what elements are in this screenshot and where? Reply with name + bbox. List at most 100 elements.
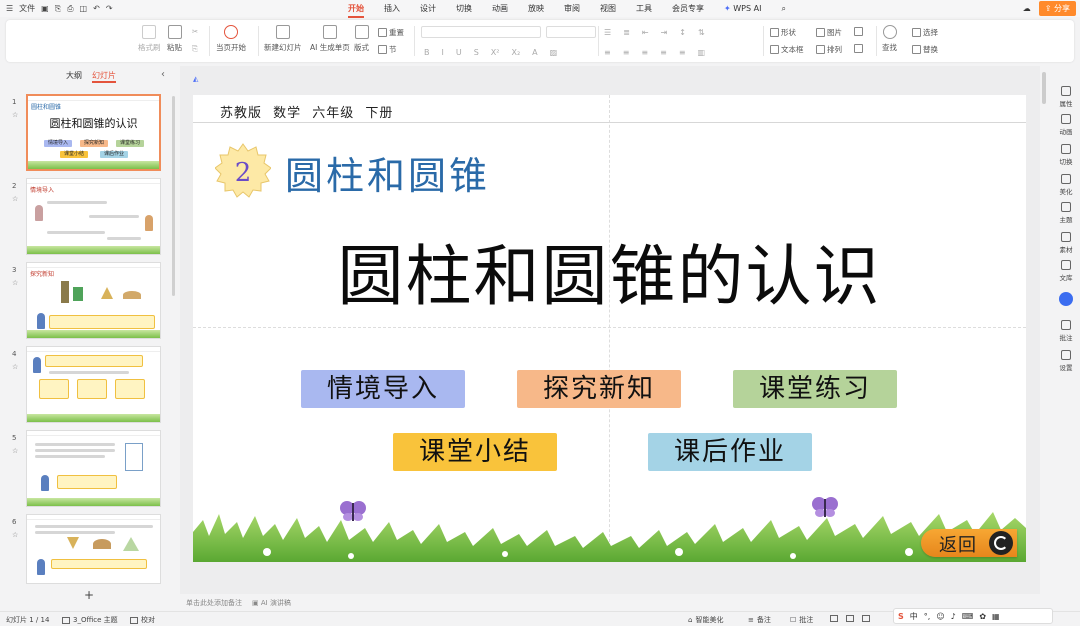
tab-transition[interactable]: 切换 bbox=[456, 3, 472, 14]
animation-pane-button[interactable]: 动画 bbox=[1052, 114, 1080, 136]
slide-thumbnail-6[interactable] bbox=[26, 514, 161, 584]
star-icon[interactable]: ☆ bbox=[12, 111, 18, 119]
search-icon[interactable]: ⌕ bbox=[781, 4, 785, 14]
bold-icon[interactable]: B bbox=[424, 48, 430, 57]
save-icon[interactable]: ▣ bbox=[41, 4, 49, 13]
nav-button-homework[interactable]: 课后作业 bbox=[648, 433, 812, 471]
tab-design[interactable]: 设计 bbox=[420, 3, 436, 14]
star-icon[interactable]: ☆ bbox=[12, 531, 18, 539]
menu-icon[interactable]: ☰ bbox=[6, 4, 13, 13]
export-icon[interactable]: ⎘ bbox=[55, 4, 61, 14]
theme-button[interactable]: 主题 bbox=[1052, 202, 1080, 224]
tab-slideshow[interactable]: 放映 bbox=[528, 3, 544, 14]
slide-editor[interactable]: 苏教版 数学 六年级 下册 2 圆柱和圆锥 圆柱和圆锥的认识 情境导入 探究新知… bbox=[193, 95, 1026, 562]
slide-thumbnail-4[interactable] bbox=[26, 346, 161, 423]
font-size-select[interactable] bbox=[546, 26, 596, 38]
return-button[interactable]: 返回 bbox=[921, 529, 1017, 557]
tab-home[interactable]: 开始 bbox=[348, 3, 364, 18]
fill-icon[interactable] bbox=[854, 27, 863, 36]
assistant-button[interactable] bbox=[1052, 292, 1080, 308]
bullet-list-icon[interactable]: ☰ bbox=[604, 28, 611, 37]
keyboard-icon[interactable]: ⌨ bbox=[962, 612, 974, 621]
assets-button[interactable]: 素材 bbox=[1052, 232, 1080, 254]
tab-insert[interactable]: 插入 bbox=[384, 3, 400, 14]
ai-notes-button[interactable]: ▣ AI 演讲稿 bbox=[252, 598, 291, 608]
nav-button-summary[interactable]: 课堂小结 bbox=[393, 433, 557, 471]
nav-button-explore[interactable]: 探究新知 bbox=[517, 370, 681, 408]
numbered-list-icon[interactable]: ≣ bbox=[623, 28, 630, 37]
shape-button[interactable]: 形状 bbox=[770, 27, 796, 38]
add-slide-button[interactable]: + bbox=[84, 588, 94, 602]
comments-toggle-button[interactable]: ☐ 批注 bbox=[790, 615, 813, 625]
punctuation-icon[interactable]: °, bbox=[924, 612, 931, 621]
ai-assist-icon[interactable]: ◭ bbox=[193, 75, 204, 86]
smart-beautify-button[interactable]: ⌂ 智能美化 bbox=[688, 615, 723, 625]
superscript-icon[interactable]: X² bbox=[491, 48, 500, 57]
slide-thumbnail-3[interactable]: 探究新知 bbox=[26, 262, 161, 339]
tab-tools[interactable]: 工具 bbox=[636, 3, 652, 14]
toolbox-icon[interactable]: ▦ bbox=[992, 612, 1000, 621]
tab-outline[interactable]: 大纲 bbox=[66, 70, 82, 83]
highlight-icon[interactable]: ▨ bbox=[550, 48, 558, 57]
reset-button[interactable]: 重置 bbox=[378, 27, 404, 38]
paste-button[interactable]: 粘贴 bbox=[167, 25, 182, 53]
emoji-icon[interactable]: ☺ bbox=[936, 612, 944, 621]
redo-icon[interactable]: ↷ bbox=[106, 4, 113, 13]
edition-text[interactable]: 苏教版 数学 六年级 下册 bbox=[220, 102, 393, 121]
font-color-icon[interactable]: A bbox=[532, 48, 537, 57]
justify-icon[interactable]: ≡ bbox=[660, 48, 667, 57]
underline-icon[interactable]: U bbox=[456, 48, 462, 57]
ai-generate-button[interactable]: AI 生成单页 bbox=[310, 25, 350, 53]
strike-icon[interactable]: S bbox=[474, 48, 479, 57]
ime-mode[interactable]: 中 bbox=[910, 611, 918, 622]
chapter-title[interactable]: 圆柱和圆锥 bbox=[285, 145, 490, 200]
format-painter-button[interactable]: 格式刷 bbox=[138, 25, 161, 53]
properties-button[interactable]: 属性 bbox=[1052, 86, 1080, 108]
view-sorter-icon[interactable] bbox=[846, 615, 854, 622]
columns-icon[interactable]: ▥ bbox=[698, 48, 706, 57]
replace-button[interactable]: 替换 bbox=[912, 44, 938, 55]
distribute-icon[interactable]: ≡ bbox=[679, 48, 686, 57]
notes-toggle-button[interactable]: ≡ 备注 bbox=[748, 615, 771, 625]
copy-icon[interactable]: ⎘ bbox=[192, 44, 198, 54]
star-icon[interactable]: ☆ bbox=[12, 363, 18, 371]
cut-icon[interactable]: ✂ bbox=[192, 27, 198, 36]
picture-button[interactable]: 图片 bbox=[816, 27, 842, 38]
font-family-select[interactable] bbox=[421, 26, 541, 38]
beautify-button[interactable]: 美化 bbox=[1052, 174, 1080, 196]
star-icon[interactable]: ☆ bbox=[12, 447, 18, 455]
undo-icon[interactable]: ↶ bbox=[93, 4, 100, 13]
proofread-button[interactable]: 校对 bbox=[130, 615, 155, 625]
subscript-icon[interactable]: X₂ bbox=[511, 48, 520, 57]
share-button[interactable]: ⇪ 分享 bbox=[1038, 1, 1076, 16]
select-button[interactable]: 选择 bbox=[912, 27, 938, 38]
play-from-current-button[interactable]: 当页开始 bbox=[216, 25, 246, 53]
view-normal-icon[interactable] bbox=[830, 615, 838, 622]
print-icon[interactable]: ⎙ bbox=[67, 4, 73, 14]
tab-slides[interactable]: 幻灯片 bbox=[92, 70, 116, 83]
tab-review[interactable]: 审阅 bbox=[564, 3, 580, 14]
section-button[interactable]: 节 bbox=[378, 44, 397, 55]
text-direction-icon[interactable]: ⇅ bbox=[698, 28, 705, 37]
italic-icon[interactable]: I bbox=[442, 48, 444, 57]
star-icon[interactable]: ☆ bbox=[12, 195, 18, 203]
comments-pane-button[interactable]: 批注 bbox=[1052, 320, 1080, 342]
indent-decrease-icon[interactable]: ⇤ bbox=[642, 28, 649, 37]
align-center-icon[interactable]: ≡ bbox=[623, 48, 630, 57]
settings-button[interactable]: 设置 bbox=[1052, 350, 1080, 372]
textbox-button[interactable]: 文本框 bbox=[770, 44, 804, 55]
layout-button[interactable]: 版式 bbox=[354, 25, 369, 53]
skin-icon[interactable]: ✿ bbox=[979, 612, 986, 621]
nav-button-intro[interactable]: 情境导入 bbox=[301, 370, 465, 408]
slide-thumbnail-2[interactable]: 情境导入 bbox=[26, 178, 161, 255]
tab-view[interactable]: 视图 bbox=[600, 3, 616, 14]
library-button[interactable]: 文库 bbox=[1052, 260, 1080, 282]
star-icon[interactable]: ☆ bbox=[12, 279, 18, 287]
indent-increase-icon[interactable]: ⇥ bbox=[661, 28, 668, 37]
align-left-icon[interactable]: ≡ bbox=[604, 48, 611, 57]
tab-member[interactable]: 会员专享 bbox=[672, 3, 704, 14]
align-right-icon[interactable]: ≡ bbox=[641, 48, 648, 57]
cloud-icon[interactable]: ☁ bbox=[1023, 4, 1031, 13]
view-reading-icon[interactable] bbox=[862, 615, 870, 622]
ime-toolbar[interactable]: S 中 °, ☺ ♪ ⌨ ✿ ▦ bbox=[893, 608, 1053, 624]
